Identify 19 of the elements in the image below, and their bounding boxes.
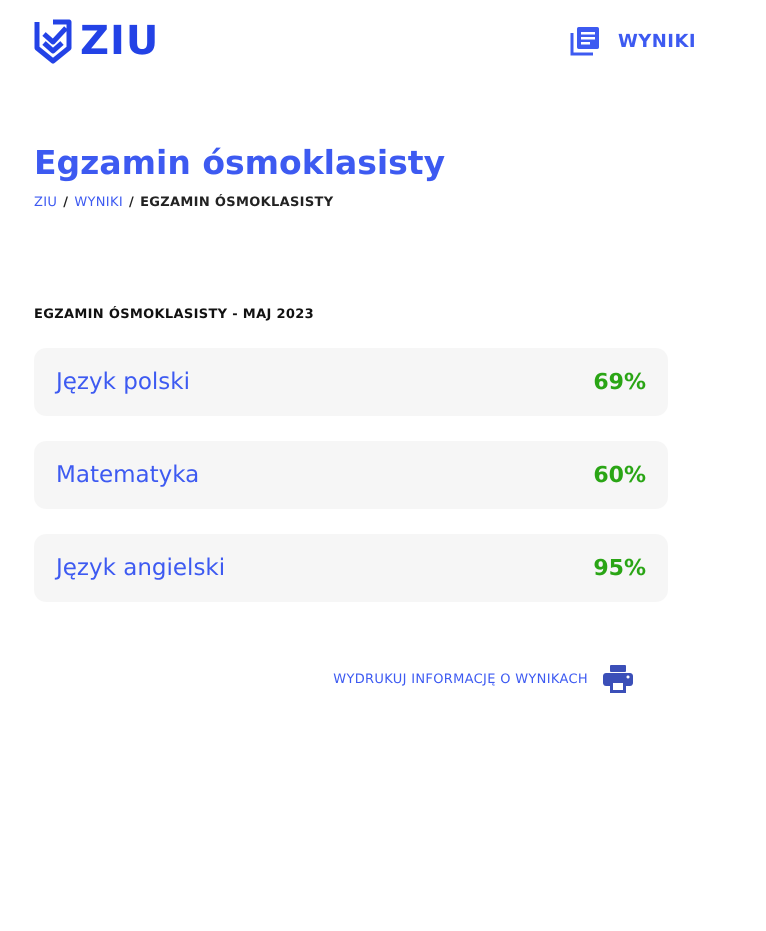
breadcrumb-link[interactable]: ZIU [34,193,58,213]
shield-check-icon [34,18,72,64]
printer-icon [602,664,634,694]
subject-name: Matematyka [56,461,200,490]
breadcrumb-separator: / [128,194,134,212]
breadcrumb-current: EGZAMIN ÓSMOKLASISTY [140,193,334,212]
subject-name: Język polski [56,368,190,397]
score: 95% [593,554,646,583]
document-stack-icon [570,26,600,56]
page-title: Egzamin ósmoklasisty [34,142,446,184]
print-link[interactable]: WYDRUKUJ INFORMACJĘ O WYNIKACH [333,670,588,689]
logo[interactable]: ZIU [34,18,160,64]
results-nav-link[interactable]: WYNIKI [570,26,696,56]
section-title: EGZAMIN ÓSMOKLASISTY - MAJ 2023 [34,305,315,324]
score: 69% [593,368,646,397]
breadcrumb-link[interactable]: WYNIKI [74,193,123,213]
score: 60% [593,462,646,490]
subject-name: Język angielski [56,554,226,583]
breadcrumb-separator: / [63,194,68,212]
